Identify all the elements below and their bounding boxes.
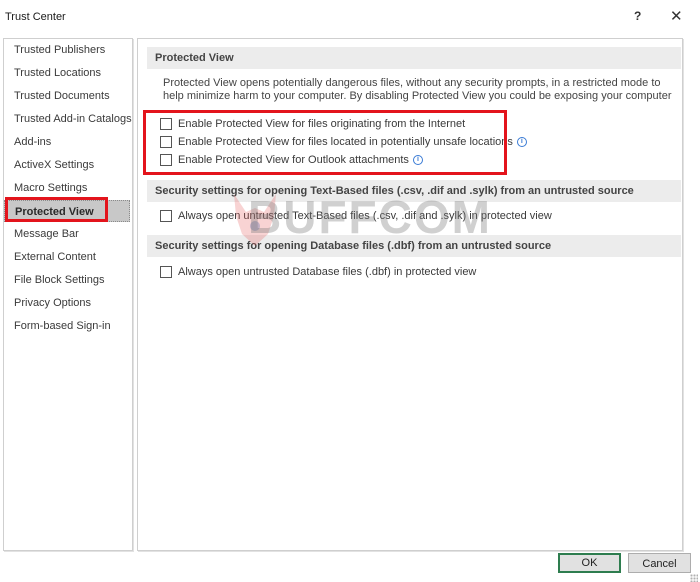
ok-button[interactable]: OK bbox=[558, 553, 621, 573]
settings-panel: Protected View Protected View opens pote… bbox=[137, 38, 683, 551]
info-icon[interactable]: i bbox=[516, 137, 527, 147]
sidebar-item-privacy-options[interactable]: Privacy Options bbox=[4, 292, 130, 314]
sidebar-item-activex-settings[interactable]: ActiveX Settings bbox=[4, 154, 130, 176]
sidebar-item-message-bar[interactable]: Message Bar bbox=[4, 223, 130, 245]
info-icon[interactable]: i bbox=[412, 155, 423, 165]
checkbox[interactable] bbox=[160, 154, 172, 166]
option-label: Enable Protected View for Outlook attach… bbox=[178, 154, 409, 166]
option-text-based-files[interactable]: Always open untrusted Text-Based files (… bbox=[160, 208, 552, 224]
checkbox[interactable] bbox=[160, 136, 172, 148]
close-button[interactable]: ✕ bbox=[670, 7, 683, 25]
checkbox[interactable] bbox=[160, 266, 172, 278]
cancel-button[interactable]: Cancel bbox=[628, 553, 691, 573]
option-outlook-attachments[interactable]: Enable Protected View for Outlook attach… bbox=[160, 152, 423, 168]
option-label: Enable Protected View for files originat… bbox=[178, 118, 466, 130]
option-internet-files[interactable]: Enable Protected View for files originat… bbox=[160, 116, 465, 132]
help-button[interactable]: ? bbox=[634, 9, 641, 23]
sidebar-item-trusted-publishers[interactable]: Trusted Publishers bbox=[4, 39, 130, 61]
option-unsafe-locations[interactable]: Enable Protected View for files located … bbox=[160, 134, 527, 150]
option-database-files[interactable]: Always open untrusted Database files (.d… bbox=[160, 264, 476, 280]
checkbox[interactable] bbox=[160, 210, 172, 222]
sidebar-item-trusted-documents[interactable]: Trusted Documents bbox=[4, 85, 130, 107]
option-label: Always open untrusted Database files (.d… bbox=[178, 266, 477, 278]
sidebar-item-protected-view[interactable]: Protected View bbox=[4, 200, 130, 222]
resize-grip-icon[interactable] bbox=[690, 574, 698, 582]
window-title: Trust Center bbox=[5, 11, 66, 23]
sidebar-item-form-based-sign-in[interactable]: Form-based Sign-in bbox=[4, 315, 130, 337]
section-header-text-based-files: Security settings for opening Text-Based… bbox=[147, 180, 681, 202]
sidebar-item-file-block-settings[interactable]: File Block Settings bbox=[4, 269, 130, 291]
sidebar-item-macro-settings[interactable]: Macro Settings bbox=[4, 177, 130, 199]
sidebar-nav: Trusted Publishers Trusted Locations Tru… bbox=[3, 38, 133, 551]
option-label: Always open untrusted Text-Based files (… bbox=[178, 210, 552, 222]
protected-view-description: Protected View opens potentially dangero… bbox=[163, 77, 672, 103]
sidebar-item-external-content[interactable]: External Content bbox=[4, 246, 130, 268]
section-header-protected-view: Protected View bbox=[147, 47, 681, 69]
section-header-database-files: Security settings for opening Database f… bbox=[147, 235, 681, 257]
checkbox[interactable] bbox=[160, 118, 172, 130]
sidebar-item-add-ins[interactable]: Add-ins bbox=[4, 131, 130, 153]
option-label: Enable Protected View for files located … bbox=[178, 136, 513, 148]
sidebar-item-trusted-add-in-catalogs[interactable]: Trusted Add-in Catalogs bbox=[4, 108, 132, 130]
sidebar-item-trusted-locations[interactable]: Trusted Locations bbox=[4, 62, 130, 84]
